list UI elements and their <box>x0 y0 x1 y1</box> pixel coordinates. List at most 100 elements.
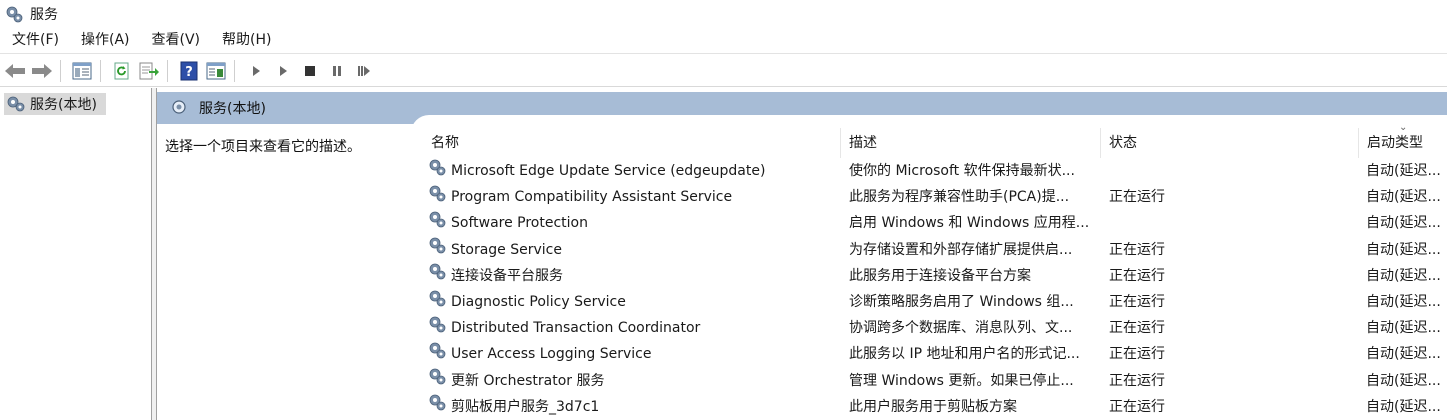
menu-help[interactable]: 帮助(H) <box>210 27 281 54</box>
service-status: 正在运行 <box>1109 320 1165 337</box>
window-title: 服务 <box>30 6 58 23</box>
service-name: User Access Logging Service <box>451 346 652 363</box>
service-name: Program Compatibility Assistant Service <box>451 189 733 206</box>
table-row[interactable]: User Access Logging Service 此服务以 IP 地址和用户… <box>423 341 1447 367</box>
toolbar: ? <box>0 55 1447 87</box>
column-header-status[interactable]: 状态 <box>1101 128 1359 158</box>
gear-icon <box>7 96 25 112</box>
properties-button[interactable] <box>204 59 228 83</box>
service-startup-type: 自动(延迟... <box>1366 372 1441 389</box>
service-description: 启用 Windows 和 Windows 应用程... <box>849 215 1090 232</box>
service-status: 正在运行 <box>1109 241 1165 258</box>
menu-file[interactable]: 文件(F) <box>0 27 69 54</box>
service-name-cell: Storage Service <box>427 237 841 263</box>
menu-action[interactable]: 操作(A) <box>69 27 140 54</box>
svg-text:?: ? <box>185 65 193 80</box>
search-gear-icon <box>172 100 186 114</box>
export-list-button[interactable] <box>137 59 161 83</box>
service-name-cell: Distributed Transaction Coordinator <box>427 315 841 341</box>
start-service-alt-button[interactable] <box>271 59 295 83</box>
show-hide-tree-icon <box>72 62 92 79</box>
service-name: Storage Service <box>451 241 562 258</box>
show-hide-tree-button[interactable] <box>70 59 94 83</box>
service-startup-type: 自动(延迟... <box>1366 163 1441 179</box>
table-row[interactable]: Program Compatibility Assistant Service 此… <box>423 184 1447 210</box>
service-status: 正在运行 <box>1109 294 1165 310</box>
service-gear-icon <box>427 237 447 263</box>
column-header-name[interactable]: 名称 <box>423 128 841 158</box>
table-row[interactable]: Diagnostic Policy Service 诊断策略服务启用了 Windo… <box>423 289 1447 315</box>
table-row[interactable]: 更新 Orchestrator 服务 管理 Windows 更新。如果已停止...… <box>423 368 1447 394</box>
service-startup-type: 自动(延迟... <box>1366 241 1441 258</box>
service-description: 此用户服务用于剪贴板方案 <box>849 398 1017 415</box>
service-startup-type: 自动(延迟... <box>1366 267 1441 284</box>
service-gear-icon <box>427 184 447 210</box>
service-name: 连接设备平台服务 <box>451 267 563 284</box>
service-name: 剪贴板用户服务_3d7c1 <box>451 398 600 415</box>
tree-item-label: 服务(本地) <box>30 97 97 113</box>
service-startup-type: 自动(延迟... <box>1366 346 1441 363</box>
service-name: Diagnostic Policy Service <box>451 294 626 310</box>
help-button[interactable]: ? <box>177 59 201 83</box>
column-header-description[interactable]: 描述 <box>841 128 1101 158</box>
pane-header-title: 服务(本地) <box>199 101 266 117</box>
service-gear-icon <box>427 158 447 184</box>
toolbar-separator <box>234 59 235 82</box>
list-header: 名称 描述 状态 启动类型 ⌄ <box>423 122 1447 158</box>
pause-icon <box>333 65 341 76</box>
table-row[interactable]: Distributed Transaction Coordinator 协调跨多个… <box>423 315 1447 341</box>
help-icon: ? <box>180 61 198 80</box>
table-row[interactable]: Software Protection 启用 Windows 和 Windows … <box>423 210 1447 236</box>
forward-button[interactable] <box>30 59 54 83</box>
pause-service-button[interactable] <box>325 59 349 83</box>
play-alt-icon <box>280 65 287 76</box>
service-description: 此服务用于连接设备平台方案 <box>849 267 1031 284</box>
service-gear-icon <box>427 394 447 420</box>
title-bar: 服务 <box>0 0 1447 27</box>
stop-icon <box>305 65 315 76</box>
gear-icon <box>6 6 23 22</box>
service-name-cell: 剪贴板用户服务_3d7c1 <box>427 394 841 420</box>
toolbar-separator <box>167 59 168 82</box>
service-status: 正在运行 <box>1109 372 1165 389</box>
restart-icon <box>358 65 370 76</box>
start-service-button[interactable] <box>244 59 268 83</box>
service-startup-type: 自动(延迟... <box>1366 320 1441 337</box>
tree-item-local-services[interactable]: 服务(本地) <box>4 93 106 115</box>
back-button[interactable] <box>3 59 27 83</box>
service-name-cell: Software Protection <box>427 210 841 236</box>
service-name: Microsoft Edge Update Service (edgeupdat… <box>451 163 766 179</box>
stop-service-button[interactable] <box>298 59 322 83</box>
table-row[interactable]: 连接设备平台服务 此服务用于连接设备平台方案 正在运行 自动(延迟... <box>423 263 1447 289</box>
service-description: 使你的 Microsoft 软件保持最新状... <box>849 163 1075 179</box>
refresh-icon <box>114 62 129 79</box>
refresh-button[interactable] <box>110 59 134 83</box>
service-description: 协调跨多个数据库、消息队列、文... <box>849 320 1073 337</box>
table-row[interactable]: 剪贴板用户服务_3d7c1 此用户服务用于剪贴板方案 正在运行 自动(延迟... <box>423 394 1447 420</box>
service-name-cell: 连接设备平台服务 <box>427 263 841 289</box>
service-gear-icon <box>427 263 447 289</box>
service-gear-icon <box>427 289 447 315</box>
service-gear-icon <box>427 210 447 236</box>
table-row[interactable]: Microsoft Edge Update Service (edgeupdat… <box>423 158 1447 184</box>
service-status: 正在运行 <box>1109 398 1165 415</box>
table-row[interactable]: Storage Service 为存储设置和外部存储扩展提供启... 正在运行 自动(… <box>423 237 1447 263</box>
restart-service-button[interactable] <box>352 59 376 83</box>
service-startup-type: 自动(延迟... <box>1366 398 1441 415</box>
menu-bar: 文件(F) 操作(A) 查看(V) 帮助(H) <box>0 27 1447 54</box>
service-gear-icon <box>427 341 447 367</box>
service-description: 为存储设置和外部存储扩展提供启... <box>849 241 1073 258</box>
service-status: 正在运行 <box>1109 189 1165 206</box>
service-description: 此服务以 IP 地址和用户名的形式记... <box>849 346 1080 363</box>
menu-view[interactable]: 查看(V) <box>140 27 211 54</box>
service-name-cell: Microsoft Edge Update Service (edgeupdat… <box>427 158 841 184</box>
export-list-icon <box>139 62 159 79</box>
service-gear-icon <box>427 315 447 341</box>
service-name-cell: 更新 Orchestrator 服务 <box>427 368 841 394</box>
services-list: 名称 描述 状态 启动类型 ⌄ Microsoft Edge Update Se… <box>423 122 1447 420</box>
service-startup-type: 自动(延迟... <box>1366 215 1441 232</box>
service-name: Software Protection <box>451 215 588 232</box>
service-name-cell: User Access Logging Service <box>427 341 841 367</box>
back-arrow-icon <box>5 63 25 78</box>
toolbar-separator <box>100 59 101 82</box>
